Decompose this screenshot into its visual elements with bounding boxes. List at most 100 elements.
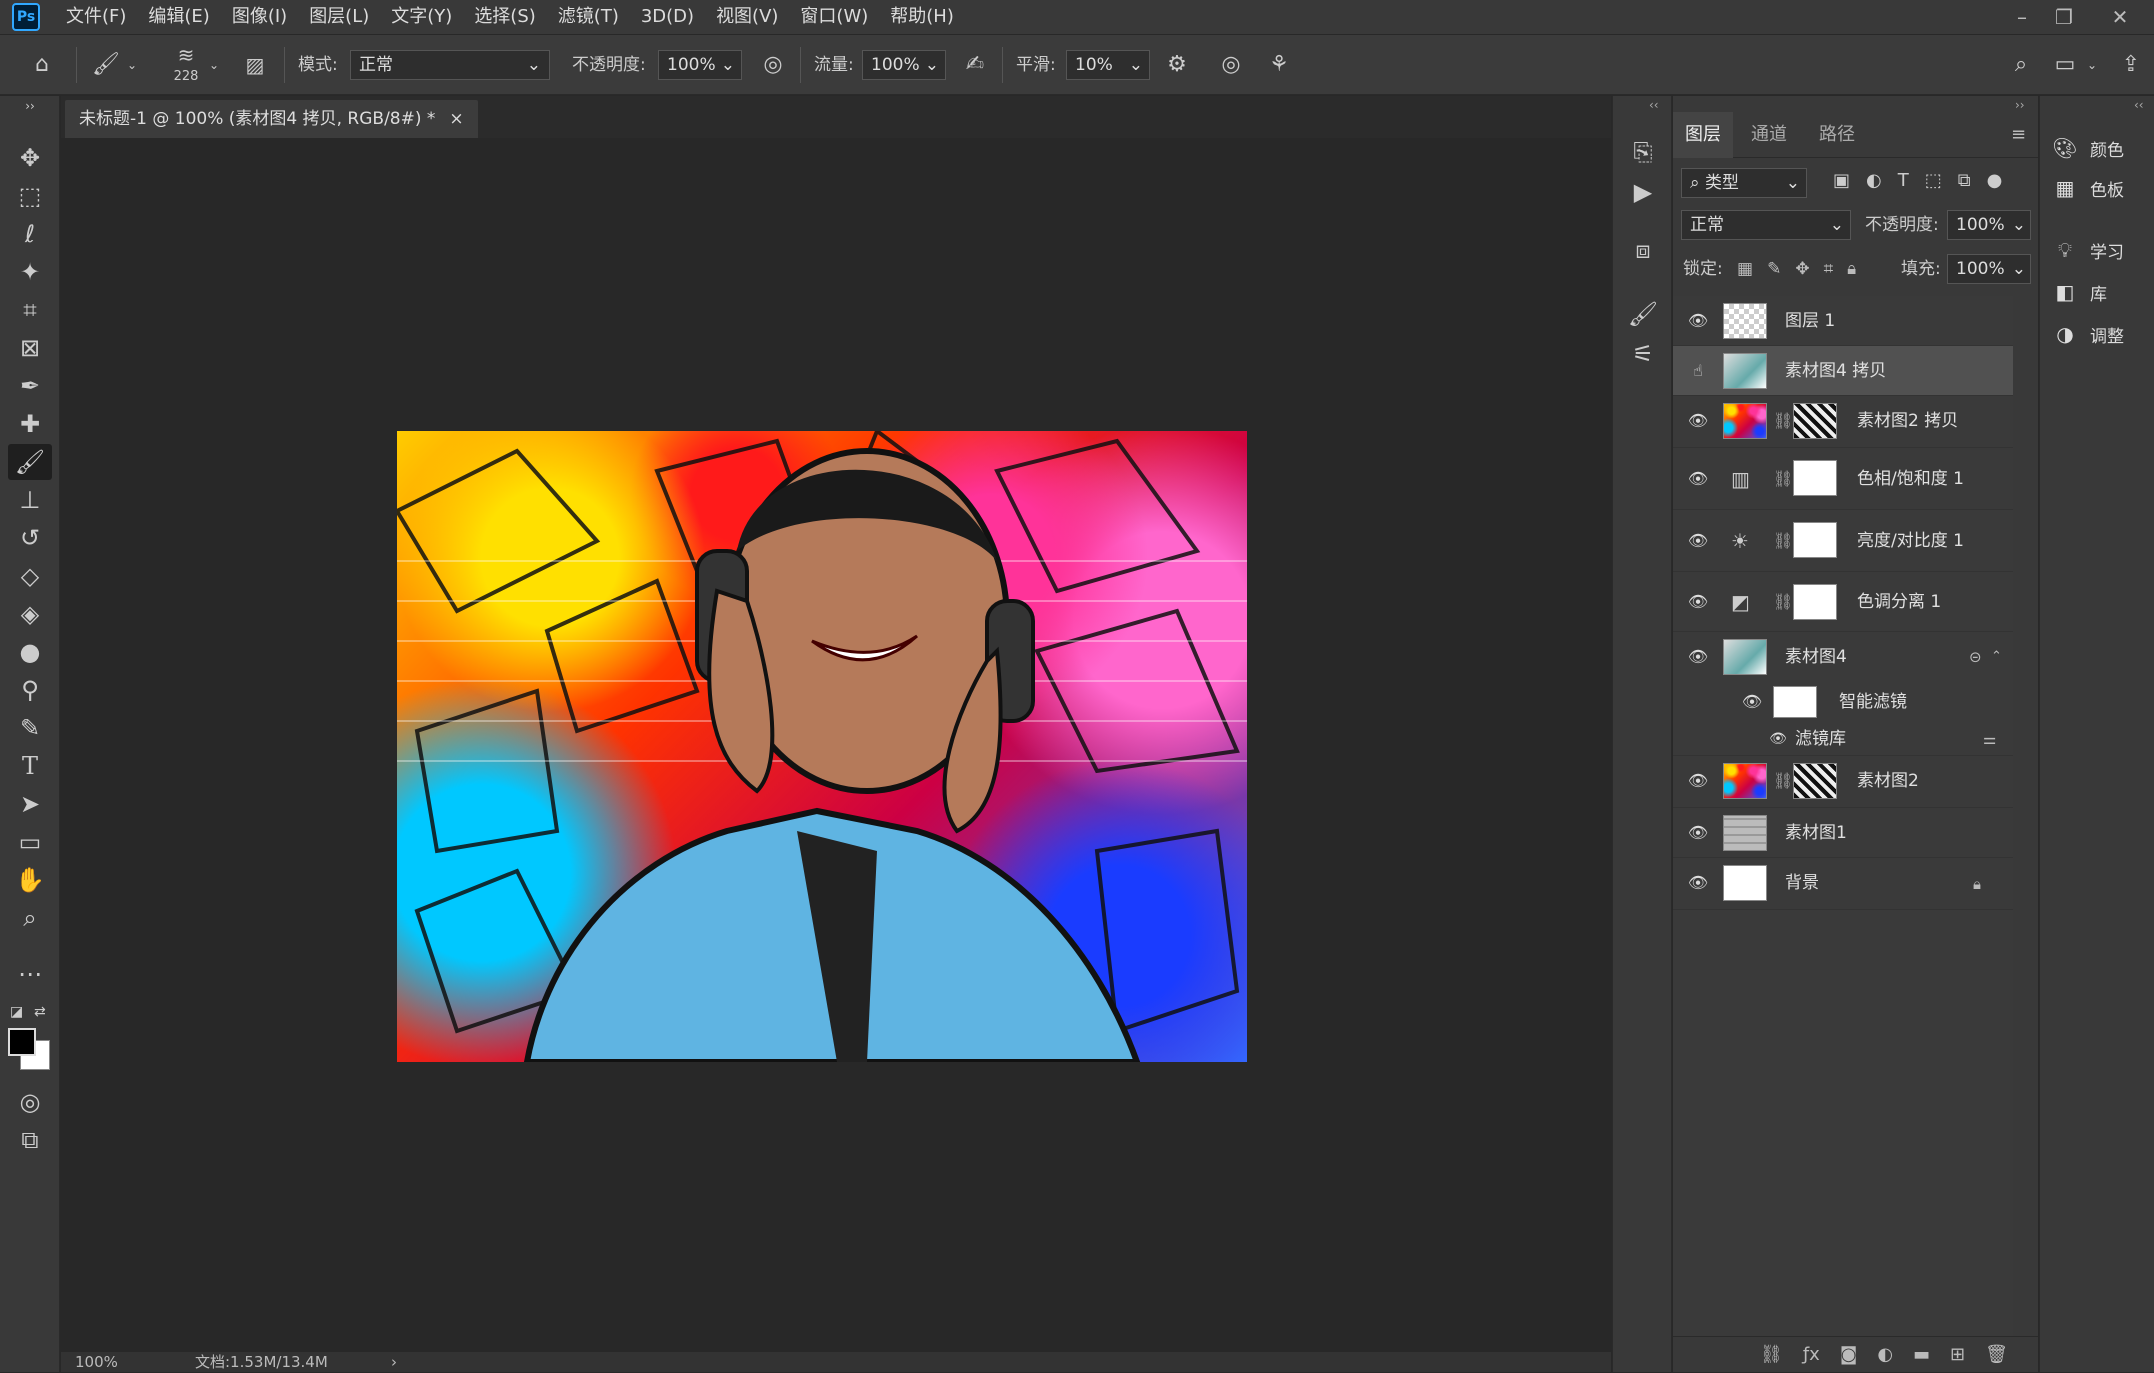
eye-icon[interactable]: 👁︎ bbox=[1739, 682, 1765, 722]
swatches-panel-button[interactable]: ▦ 色板 bbox=[2052, 168, 2124, 208]
zoom-tool-icon[interactable]: ⌕ bbox=[8, 900, 52, 936]
status-menu-arrow[interactable]: › bbox=[391, 1352, 397, 1372]
document-tab[interactable]: 未标题-1 @ 100% (素材图4 拷贝, RGB/8#) * × bbox=[65, 100, 478, 138]
airbrush-icon[interactable]: ✍ bbox=[958, 35, 992, 95]
link-icon[interactable]: ⛓ bbox=[1773, 756, 1793, 806]
eye-icon[interactable]: 👁︎ bbox=[1685, 858, 1711, 908]
close-window-icon[interactable]: ✕ bbox=[2100, 0, 2140, 34]
link-icon[interactable]: ⛓ bbox=[1773, 510, 1793, 572]
crop-tool-icon[interactable]: ⌗ bbox=[8, 292, 52, 328]
brush-settings-icon[interactable]: ▨ bbox=[240, 35, 270, 95]
swap-colors-icon[interactable]: ⇄ bbox=[34, 1004, 46, 1020]
marquee-tool-icon[interactable]: ⬚ bbox=[8, 178, 52, 214]
mode-select[interactable]: 正常 ⌄ bbox=[350, 50, 550, 80]
shape-filter-icon[interactable]: ⬚ bbox=[1925, 170, 1942, 191]
menu-layer[interactable]: 图层(L) bbox=[309, 0, 369, 34]
share-icon[interactable]: ⇪ bbox=[2114, 35, 2148, 95]
workspace-icon[interactable]: ▭ bbox=[2048, 35, 2082, 95]
layer-mask-thumbnail[interactable] bbox=[1793, 584, 1837, 620]
brush-preset-icon[interactable]: 🖌 bbox=[88, 35, 124, 95]
menu-view[interactable]: 视图(V) bbox=[716, 0, 778, 34]
eye-icon[interactable]: 👁︎ bbox=[1685, 396, 1711, 446]
screen-mode-icon[interactable]: ⧉ bbox=[8, 1122, 52, 1158]
hand-tool-icon[interactable]: ✋ bbox=[8, 862, 52, 898]
flow-field[interactable]: 100% ⌄ bbox=[862, 50, 946, 80]
collapse-icon[interactable]: ‹‹ bbox=[1649, 98, 1659, 112]
type-filter-icon[interactable]: T bbox=[1898, 170, 1909, 191]
menu-help[interactable]: 帮助(H) bbox=[890, 0, 954, 34]
chevron-up-icon[interactable]: ⌃ bbox=[1991, 632, 2002, 682]
layer-mask-thumbnail[interactable] bbox=[1793, 522, 1837, 558]
restore-icon[interactable]: ❐ bbox=[2044, 0, 2084, 34]
quick-mask-icon[interactable]: ◎ bbox=[8, 1084, 52, 1120]
collapse-icon[interactable]: ›› bbox=[8, 98, 52, 114]
pen-tool-icon[interactable]: ✎ bbox=[8, 710, 52, 746]
blend-mode-select[interactable]: 正常 ⌄ bbox=[1681, 210, 1851, 240]
delete-layer-icon[interactable]: 🗑︎ bbox=[1985, 1337, 2008, 1372]
smoothing-field[interactable]: 10% ⌄ bbox=[1066, 50, 1150, 80]
paint-bucket-tool-icon[interactable]: ◈ bbox=[8, 596, 52, 632]
default-colors-icon[interactable]: ◪ bbox=[10, 1004, 23, 1020]
symmetry-icon[interactable]: ⚘ bbox=[1262, 35, 1296, 95]
filter-toggle-icon[interactable]: ● bbox=[1987, 170, 2003, 191]
move-tool-icon[interactable]: ✥ bbox=[8, 140, 52, 176]
eye-icon[interactable]: 👁︎ bbox=[1685, 296, 1711, 346]
color-panel-button[interactable]: 🎨︎ 颜色 bbox=[2052, 128, 2124, 168]
lock-artboard-icon[interactable]: ⌗ bbox=[1824, 254, 1834, 284]
lock-all-icon[interactable]: 🔒︎ bbox=[1847, 254, 1856, 284]
chevron-down-icon[interactable]: ⌄ bbox=[124, 35, 140, 95]
blur-tool-icon[interactable]: ● bbox=[8, 634, 52, 670]
layer-mask-thumbnail[interactable] bbox=[1793, 460, 1837, 496]
history-panel-icon[interactable]: ⎘ bbox=[1621, 134, 1665, 170]
close-tab-icon[interactable]: × bbox=[449, 100, 463, 138]
layer-mask-thumbnail[interactable] bbox=[1793, 763, 1837, 799]
magic-wand-tool-icon[interactable]: ✦ bbox=[8, 254, 52, 290]
eraser-tool-icon[interactable]: ◇ bbox=[8, 558, 52, 594]
search-icon[interactable]: ⌕ bbox=[2004, 35, 2038, 95]
brush-tool-icon[interactable]: 🖌 bbox=[8, 444, 52, 480]
eyedropper-tool-icon[interactable]: ✒ bbox=[8, 368, 52, 404]
brush-settings-panel-icon[interactable]: 🖌 bbox=[1621, 296, 1665, 332]
3d-panel-icon[interactable]: ⧈ bbox=[1621, 232, 1665, 268]
more-tools-icon[interactable]: ⋯ bbox=[8, 956, 52, 992]
layer-row-selected[interactable]: ☝ 素材图4 拷贝 bbox=[1673, 346, 2013, 396]
adjustment-layer-icon[interactable]: ◐ bbox=[1877, 1337, 1893, 1372]
learn-panel-button[interactable]: 💡︎ 学习 bbox=[2052, 230, 2124, 270]
layer-row[interactable]: 👁︎ 背景 🔒︎ bbox=[1673, 858, 2013, 910]
foreground-color-swatch[interactable] bbox=[8, 1028, 36, 1056]
eye-icon[interactable]: 👁︎ bbox=[1685, 572, 1711, 632]
smart-filter-row[interactable]: 👁︎ 智能滤镜 bbox=[1673, 682, 2013, 722]
stamp-tool-icon[interactable]: ⊥ bbox=[8, 482, 52, 518]
eye-icon[interactable]: 👁︎ bbox=[1685, 632, 1711, 682]
rectangle-tool-icon[interactable]: ▭ bbox=[8, 824, 52, 860]
new-group-icon[interactable]: ▬ bbox=[1913, 1337, 1930, 1372]
layer-row[interactable]: 👁︎ ▥ ⛓ 色相/饱和度 1 bbox=[1673, 448, 2013, 510]
link-icon[interactable]: ⛓ bbox=[1773, 448, 1793, 510]
lasso-tool-icon[interactable]: ℓ bbox=[8, 216, 52, 252]
libraries-panel-button[interactable]: ◧ 库 bbox=[2052, 272, 2107, 312]
layer-row[interactable]: 👁︎ ⛓ 素材图2 拷贝 bbox=[1673, 396, 2013, 448]
canvas-image[interactable] bbox=[397, 431, 1247, 1062]
menu-select[interactable]: 选择(S) bbox=[474, 0, 535, 34]
eye-icon[interactable]: 👁︎ bbox=[1685, 448, 1711, 510]
tab-layers[interactable]: 图层 bbox=[1673, 112, 1733, 158]
zoom-level[interactable]: 100% bbox=[75, 1352, 118, 1372]
eye-icon[interactable]: 👁︎ bbox=[1685, 756, 1711, 806]
layer-filter-select[interactable]: ⌕ 类型 ⌄ bbox=[1681, 168, 1807, 198]
layer-row[interactable]: 👁︎ ☀ ⛓ 亮度/对比度 1 bbox=[1673, 510, 2013, 572]
layer-row[interactable]: 👁︎ 图层 1 bbox=[1673, 296, 2013, 346]
chevron-down-icon[interactable]: ⌄ bbox=[206, 35, 222, 95]
fx-icon[interactable]: ƒx bbox=[1803, 1337, 1820, 1372]
link-icon[interactable]: ⛓ bbox=[1773, 572, 1793, 632]
pressure-opacity-icon[interactable]: ◎ bbox=[756, 35, 790, 95]
menu-image[interactable]: 图像(I) bbox=[232, 0, 287, 34]
lock-position-icon[interactable]: ✥ bbox=[1795, 254, 1809, 284]
layer-opacity-field[interactable]: 100% ⌄ bbox=[1947, 210, 2031, 240]
lock-pixels-icon[interactable]: ✎ bbox=[1767, 254, 1781, 284]
opacity-field[interactable]: 100% ⌄ bbox=[658, 50, 742, 80]
type-tool-icon[interactable]: T bbox=[8, 748, 52, 784]
new-layer-icon[interactable]: ⊞ bbox=[1950, 1337, 1965, 1372]
healing-brush-tool-icon[interactable]: ✚ bbox=[8, 406, 52, 442]
layer-row[interactable]: 👁︎ 素材图1 bbox=[1673, 808, 2013, 858]
layer-row[interactable]: 👁︎ ◩ ⛓ 色调分离 1 bbox=[1673, 572, 2013, 632]
